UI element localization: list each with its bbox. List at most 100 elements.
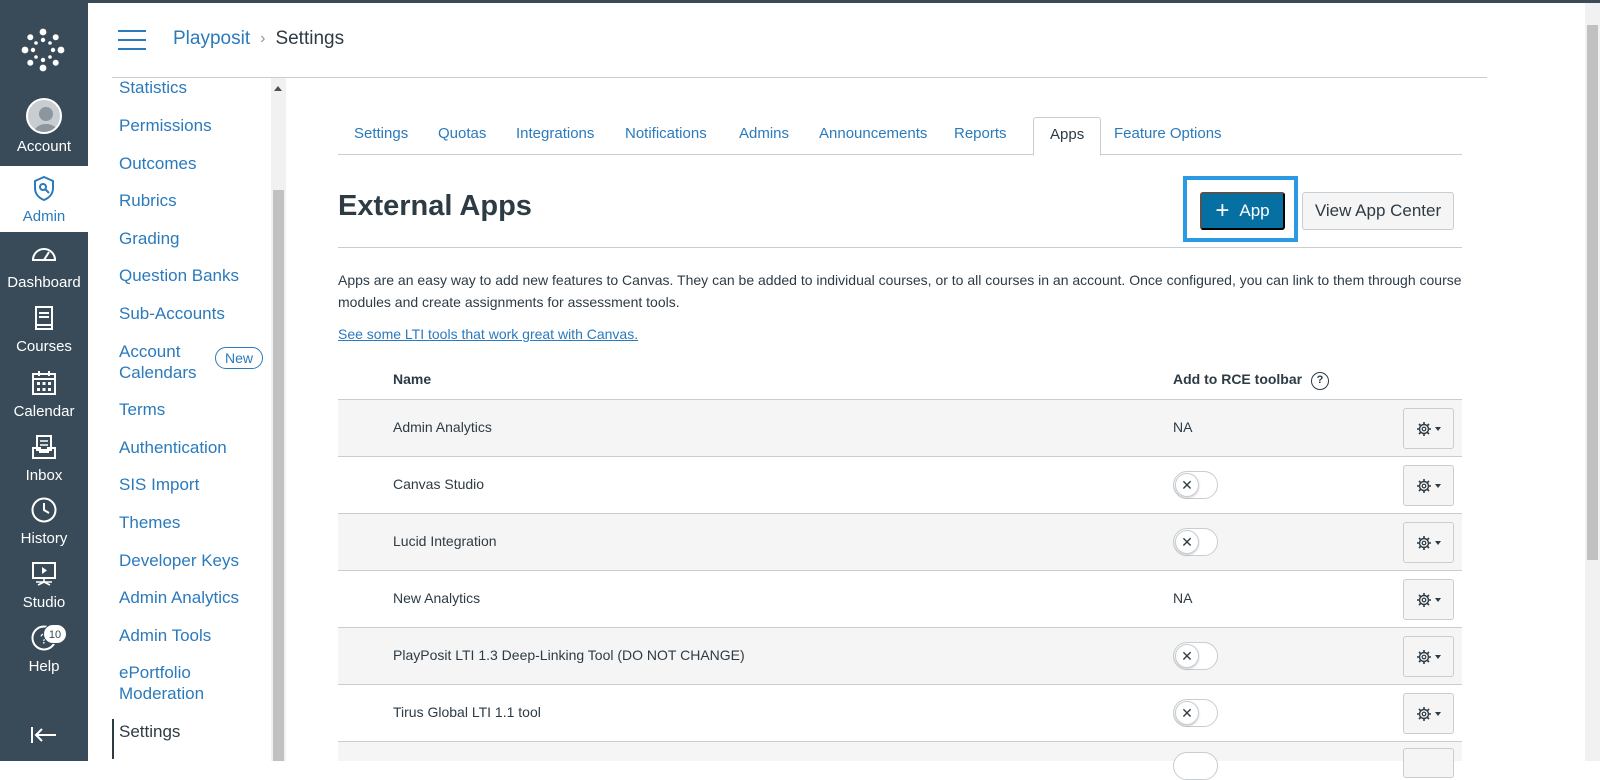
app-settings-button[interactable] <box>1403 579 1454 620</box>
gear-icon <box>1417 478 1431 493</box>
app-settings-button[interactable] <box>1403 748 1454 778</box>
avatar <box>26 98 62 134</box>
menu-toggle-icon[interactable] <box>118 30 146 50</box>
nav-calendar[interactable]: Calendar <box>0 369 88 433</box>
tab-feature-options[interactable]: Feature Options <box>1098 117 1238 155</box>
rce-toggle[interactable] <box>1173 752 1218 780</box>
subnav-permissions[interactable]: Permissions <box>119 115 212 136</box>
nav-inbox[interactable]: Inbox <box>0 433 88 497</box>
canvas-logo-icon[interactable] <box>20 27 66 73</box>
plus-icon: + <box>1215 197 1230 224</box>
nav-account[interactable]: Account <box>0 98 88 162</box>
page-scrollbar-thumb[interactable] <box>1587 25 1598 560</box>
apps-description: Apps are an easy way to add new features… <box>338 272 1462 310</box>
rce-toggle[interactable]: ✕ <box>1173 642 1218 670</box>
subnav-themes[interactable]: Themes <box>119 512 180 533</box>
caret-down-icon <box>1435 426 1441 431</box>
tab-admins[interactable]: Admins <box>723 117 805 155</box>
table-row: PlayPosit LTI 1.3 Deep-Linking Tool (DO … <box>338 628 1462 685</box>
table-row: Lucid Integration ✕ <box>338 514 1462 571</box>
view-app-center-button[interactable]: View App Center <box>1302 192 1454 230</box>
gear-icon <box>1417 592 1431 607</box>
studio-icon <box>32 562 56 586</box>
tab-quotas[interactable]: Quotas <box>422 117 502 155</box>
tab-integrations[interactable]: Integrations <box>500 117 610 155</box>
tab-reports[interactable]: Reports <box>938 117 1023 155</box>
subnav-admin-tools[interactable]: Admin Tools <box>119 625 211 646</box>
x-icon: ✕ <box>1175 473 1199 497</box>
subnav-authentication[interactable]: Authentication <box>119 437 227 458</box>
subnav-outcomes[interactable]: Outcomes <box>119 153 196 174</box>
caret-down-icon <box>1435 540 1441 545</box>
subnav-settings[interactable]: Settings <box>119 721 180 742</box>
nav-admin-label: Admin <box>22 208 66 225</box>
dashboard-icon <box>31 248 57 261</box>
subnav-grading[interactable]: Grading <box>119 228 179 249</box>
table-row: Tirus Global LTI 1.1 tool ✕ <box>338 685 1462 742</box>
nav-history[interactable]: History <box>0 496 88 560</box>
caret-down-icon <box>1435 654 1441 659</box>
nav-calendar-label: Calendar <box>13 403 75 420</box>
tab-settings[interactable]: Settings <box>338 117 424 155</box>
scroll-up-arrow-icon[interactable] <box>274 86 282 91</box>
rce-na: NA <box>1173 419 1193 435</box>
nav-dashboard[interactable]: Dashboard <box>0 240 88 304</box>
help-badge: 10 <box>43 624 67 644</box>
rce-toggle[interactable]: ✕ <box>1173 528 1218 556</box>
app-settings-button[interactable] <box>1403 408 1454 449</box>
table-row: Admin Analytics NA <box>338 400 1462 457</box>
lti-tools-link[interactable]: See some LTI tools that work great with … <box>338 326 638 342</box>
x-icon: ✕ <box>1175 644 1199 668</box>
collapse-nav-icon[interactable] <box>30 725 58 745</box>
app-name: Tirus Global LTI 1.1 tool <box>393 704 541 720</box>
app-name: Lucid Integration <box>393 533 497 549</box>
app-settings-button[interactable] <box>1403 522 1454 563</box>
gear-icon <box>1417 649 1431 664</box>
app-name: Canvas Studio <box>393 476 485 492</box>
nav-studio[interactable]: Studio <box>0 560 88 624</box>
header-divider <box>112 77 1487 78</box>
breadcrumb: Playposit › Settings <box>173 28 344 50</box>
gear-icon <box>1417 421 1431 436</box>
app-settings-button[interactable] <box>1403 465 1454 506</box>
nav-admin[interactable]: Admin <box>0 166 88 232</box>
question-circle-icon[interactable]: ? <box>1311 372 1329 390</box>
nav-help[interactable]: ? 10 Help <box>0 624 88 688</box>
tab-announcements[interactable]: Announcements <box>803 117 943 155</box>
rce-na: NA <box>1173 590 1193 606</box>
subnav-current-indicator <box>112 719 114 759</box>
subnav-eportfolio-moderation[interactable]: ePortfolio Moderation <box>119 662 219 704</box>
subnav-statistics[interactable]: Statistics <box>119 78 187 98</box>
add-app-button[interactable]: + App <box>1200 192 1285 230</box>
app-settings-button[interactable] <box>1403 636 1454 677</box>
subnav-rubrics[interactable]: Rubrics <box>119 190 177 211</box>
tab-notifications[interactable]: Notifications <box>609 117 723 155</box>
calendar-icon <box>32 371 56 395</box>
subnav-sub-accounts[interactable]: Sub-Accounts <box>119 303 225 324</box>
app-name: New Analytics <box>393 590 481 606</box>
admin-shield-icon <box>34 175 54 202</box>
page-title: External Apps <box>338 190 532 222</box>
subnav-admin-analytics[interactable]: Admin Analytics <box>119 587 239 608</box>
rce-toggle[interactable]: ✕ <box>1173 699 1218 727</box>
courses-icon <box>35 306 53 330</box>
subnav-scrollbar-thumb[interactable] <box>273 190 284 761</box>
inbox-icon <box>32 435 56 459</box>
nav-studio-label: Studio <box>22 594 66 611</box>
subnav-question-banks[interactable]: Question Banks <box>119 265 239 286</box>
subnav-developer-keys[interactable]: Developer Keys <box>119 550 239 571</box>
column-header-name[interactable]: Name <box>393 371 431 387</box>
app-settings-button[interactable] <box>1403 693 1454 734</box>
subnav-account-calendars[interactable]: Account Calendars <box>119 341 209 383</box>
nav-dashboard-label: Dashboard <box>7 274 81 291</box>
subnav-terms[interactable]: Terms <box>119 399 165 420</box>
title-divider <box>338 247 1462 248</box>
tab-apps[interactable]: Apps <box>1033 117 1102 156</box>
table-row: Canvas Studio ✕ <box>338 457 1462 514</box>
subnav-sis-import[interactable]: SIS Import <box>119 474 199 495</box>
nav-courses[interactable]: Courses <box>0 304 88 368</box>
breadcrumb-account[interactable]: Playposit <box>173 28 250 50</box>
nav-account-label: Account <box>16 138 72 155</box>
gear-icon <box>1417 706 1431 721</box>
rce-toggle[interactable]: ✕ <box>1173 471 1218 499</box>
